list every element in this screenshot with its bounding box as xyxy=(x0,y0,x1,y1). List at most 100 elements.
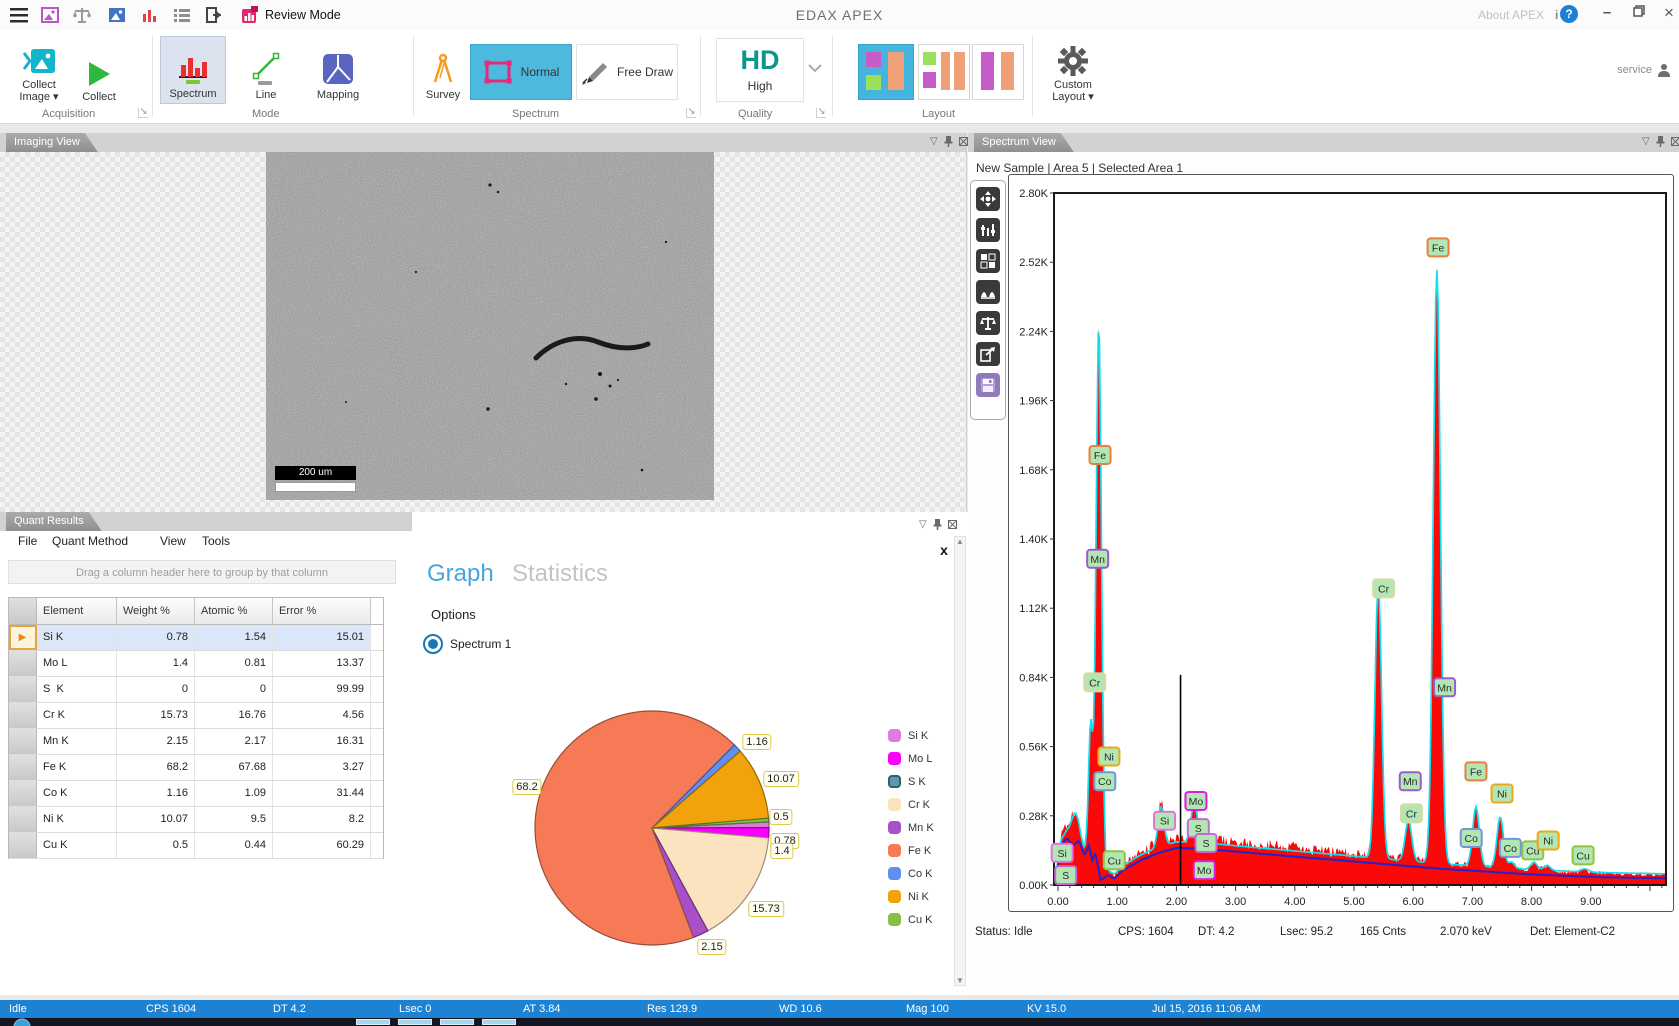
element-marker-mn[interactable]: Mn xyxy=(1087,550,1108,568)
quant-table-row[interactable]: Fe K68.267.683.27 xyxy=(9,755,383,781)
element-marker-cr[interactable]: Cr xyxy=(1373,579,1394,597)
fit-view-icon[interactable] xyxy=(976,187,1000,211)
help-icon[interactable]: ? xyxy=(1560,5,1578,23)
save-icon[interactable] xyxy=(976,373,1000,397)
quality-chevron-icon[interactable] xyxy=(808,64,822,73)
spectrum-view-tab[interactable]: Spectrum View xyxy=(974,133,1074,152)
element-marker-co[interactable]: Co xyxy=(1094,772,1115,790)
menu-file[interactable]: File xyxy=(18,534,37,548)
element-marker-co[interactable]: Co xyxy=(1461,829,1482,847)
taskbar-window-thumb[interactable] xyxy=(482,1019,516,1025)
survey-button[interactable]: Survey xyxy=(418,36,468,104)
background-fit-icon[interactable] xyxy=(976,280,1000,304)
peak-id-icon[interactable] xyxy=(976,218,1000,242)
mode-line-button[interactable]: Line xyxy=(240,36,292,104)
element-marker-mo[interactable]: Mo xyxy=(1185,792,1206,810)
compare-scale-icon[interactable] xyxy=(976,311,1000,335)
acquisition-dialog-launcher[interactable]: ↘ xyxy=(138,108,148,118)
row-selector[interactable] xyxy=(9,755,37,780)
element-marker-fe[interactable]: Fe xyxy=(1428,238,1449,256)
collect-image-button[interactable]: Collect Image ▾ xyxy=(12,38,66,106)
row-selector[interactable] xyxy=(9,833,37,858)
spectrum-pin-icon[interactable] xyxy=(1656,136,1665,147)
list-view-icon[interactable] xyxy=(173,6,191,24)
graph-scrollbar[interactable]: ▲▼ xyxy=(954,536,966,986)
layout-option-3[interactable] xyxy=(972,44,1024,100)
chart-tool-icon[interactable] xyxy=(141,6,159,24)
spectrum-dialog-launcher[interactable]: ↘ xyxy=(686,108,696,118)
menu-quant-method[interactable]: Quant Method xyxy=(52,534,128,548)
imaging-pin-icon[interactable] xyxy=(944,136,953,147)
imaging-view-canvas[interactable]: 200 um xyxy=(0,152,966,512)
mode-spectrum-button[interactable]: Spectrum xyxy=(160,36,226,104)
column-header[interactable]: Weight % xyxy=(117,598,195,624)
element-marker-cr[interactable]: Cr xyxy=(1401,804,1422,822)
row-selector[interactable] xyxy=(9,729,37,754)
mode-mapping-button[interactable]: Mapping xyxy=(306,36,370,104)
free-draw-button[interactable]: Free Draw xyxy=(576,44,678,100)
collect-button[interactable]: Collect xyxy=(74,38,124,106)
element-marker-mn[interactable]: Mn xyxy=(1434,678,1455,696)
menu-tools[interactable]: Tools xyxy=(202,534,230,548)
element-marker-co[interactable]: Co xyxy=(1500,839,1521,857)
element-marker-si[interactable]: Si xyxy=(1154,812,1175,830)
spectrum-dropdown-icon[interactable]: ▽ xyxy=(1642,136,1650,147)
taskbar-window-thumb[interactable] xyxy=(440,1019,474,1025)
spectrum-chart[interactable]: 0.00K0.28K0.56K0.84K1.12K1.40K1.68K1.96K… xyxy=(1008,174,1674,912)
imaging-dropdown-icon[interactable]: ▽ xyxy=(930,136,938,147)
quant-table-row[interactable]: Cu K0.50.4460.29 xyxy=(9,833,383,859)
balance-scale-icon[interactable] xyxy=(73,6,91,24)
quant-table-row[interactable]: Mo L1.40.8113.37 xyxy=(9,651,383,677)
imaging-float-icon[interactable] xyxy=(959,137,968,146)
spectrum-float-icon[interactable] xyxy=(1671,137,1679,146)
menu-view[interactable]: View xyxy=(160,534,186,548)
info-icon[interactable]: i xyxy=(1555,8,1558,22)
quant-table-row[interactable]: Ni K10.079.58.2 xyxy=(9,807,383,833)
element-marker-fe[interactable]: Fe xyxy=(1090,446,1111,464)
imaging-view-tab[interactable]: Imaging View xyxy=(6,133,98,152)
custom-layout-button[interactable]: Custom Layout ▾ xyxy=(1040,36,1106,106)
taskbar-window-thumb[interactable] xyxy=(398,1019,432,1025)
element-marker-ni[interactable]: Ni xyxy=(1492,785,1513,803)
column-header[interactable]: Atomic % xyxy=(195,598,273,624)
quant-table-row[interactable]: S K0099.99 xyxy=(9,677,383,703)
start-orb-icon[interactable] xyxy=(12,1018,32,1026)
column-header[interactable]: Element xyxy=(37,598,117,624)
element-marker-mn[interactable]: Mn xyxy=(1400,772,1421,790)
quality-hd-button[interactable]: HD High xyxy=(716,38,804,102)
element-marker-ni[interactable]: Ni xyxy=(1098,747,1119,765)
image-tool-icon[interactable] xyxy=(41,6,59,24)
quant-results-tab[interactable]: Quant Results xyxy=(6,512,102,531)
element-marker-cr[interactable]: Cr xyxy=(1084,673,1105,691)
quant-table-row[interactable]: Cr K15.7316.764.56 xyxy=(9,703,383,729)
user-indicator[interactable]: service xyxy=(1617,63,1671,77)
element-marker-ni[interactable]: Ni xyxy=(1538,832,1559,850)
layout-option-1[interactable] xyxy=(858,44,914,100)
element-marker-fe[interactable]: Fe xyxy=(1465,762,1486,780)
quality-dialog-launcher[interactable]: ↘ xyxy=(816,108,826,118)
row-selector[interactable] xyxy=(9,677,37,702)
restore-button[interactable] xyxy=(1628,5,1650,23)
column-header[interactable]: Error % xyxy=(273,598,371,624)
element-marker-s[interactable]: S xyxy=(1055,866,1076,884)
exit-icon[interactable] xyxy=(205,6,223,24)
export-icon[interactable] xyxy=(976,342,1000,366)
quadrant-lock-icon[interactable] xyxy=(976,249,1000,273)
sem-image[interactable]: 200 um xyxy=(266,152,714,500)
row-selector[interactable]: ▶ xyxy=(9,625,37,650)
row-selector[interactable] xyxy=(9,781,37,806)
quant-table-row[interactable]: Co K1.161.0931.44 xyxy=(9,781,383,807)
layout-option-2[interactable] xyxy=(918,44,970,100)
close-button[interactable]: × xyxy=(1658,5,1679,23)
row-selector[interactable] xyxy=(9,651,37,676)
scroll-down-icon[interactable]: ▼ xyxy=(956,976,964,985)
about-apex-link[interactable]: About APEX xyxy=(1478,8,1544,22)
row-selector[interactable] xyxy=(9,807,37,832)
spectrum-normal-button[interactable]: Normal xyxy=(470,44,572,100)
row-selector[interactable] xyxy=(9,703,37,728)
element-marker-si[interactable]: Si xyxy=(1052,844,1073,862)
element-marker-cu[interactable]: Cu xyxy=(1104,851,1125,869)
minimize-button[interactable]: – xyxy=(1596,5,1618,23)
os-taskbar[interactable] xyxy=(0,1018,1679,1026)
quant-table-row[interactable]: ▶Si K0.781.5415.01 xyxy=(9,625,383,651)
